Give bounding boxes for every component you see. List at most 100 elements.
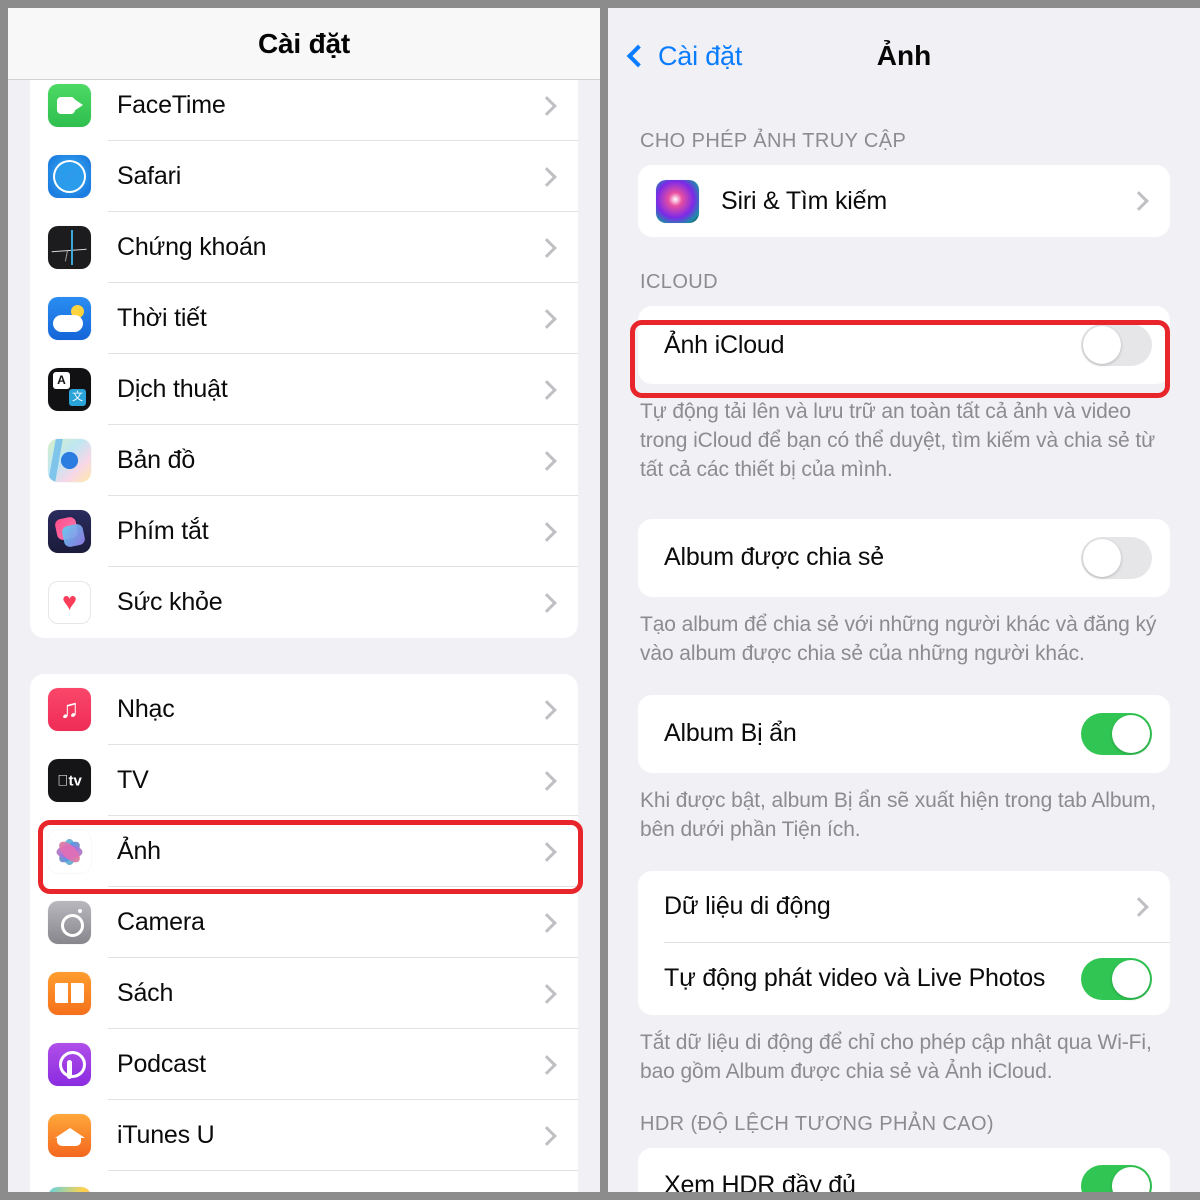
row-label: Album được chia sẻ: [664, 543, 884, 572]
safari-icon: [48, 155, 91, 198]
row-hidden-album[interactable]: Album Bị ẩn: [638, 695, 1170, 773]
chevron-right-icon: [537, 95, 557, 116]
chevron-right-icon: [537, 379, 557, 400]
tv-icon: [48, 759, 91, 802]
sidebar-item-facetime[interactable]: FaceTime: [30, 70, 578, 141]
music-icon: [48, 688, 91, 731]
sidebar-item-photos[interactable]: Ảnh: [30, 816, 578, 887]
section-footer-icloud: Tự động tải lên và lưu trữ an toàn tất c…: [640, 400, 1156, 481]
left-navigation-bar: Cài đặt: [8, 8, 600, 80]
row-shared-albums[interactable]: Album được chia sẻ: [638, 519, 1170, 597]
game-center-icon: [48, 1186, 91, 1192]
section-card-access: Siri & Tìm kiếm: [638, 165, 1170, 237]
list-item-label: Dịch thuật: [117, 375, 228, 403]
toggle-knob: [1083, 538, 1121, 577]
row-label: Tự động phát video và Live Photos: [664, 964, 1046, 993]
sidebar-item-itunes-u[interactable]: iTunes U: [30, 1100, 578, 1171]
row-label: Ảnh iCloud: [664, 330, 785, 359]
toggle-knob: [1112, 959, 1150, 998]
row-label: Siri & Tìm kiếm: [721, 186, 887, 215]
sidebar-item-maps[interactable]: Bản đồ: [30, 425, 578, 496]
photos-settings-screen: Cài đặt Ảnh CHO PHÉP ẢNH TRUY CẬP Siri &…: [608, 8, 1200, 1192]
facetime-icon: [48, 84, 91, 127]
list-item-label: Chứng khoán: [117, 233, 267, 261]
sidebar-item-music[interactable]: Nhạc: [30, 674, 578, 745]
sidebar-item-books[interactable]: Sách: [30, 958, 578, 1029]
list-item-label: FaceTime: [117, 91, 226, 119]
toggle-shared-albums[interactable]: [1081, 536, 1152, 579]
row-view-full-hdr[interactable]: Xem HDR đầy đủ: [638, 1148, 1170, 1192]
list-item-label: Phím tắt: [117, 517, 209, 545]
chevron-right-icon: [537, 1125, 557, 1146]
section-header-access: CHO PHÉP ẢNH TRUY CẬP: [640, 130, 907, 152]
section-card-hidden-album: Album Bị ẩn: [638, 694, 1170, 773]
siri-icon: [656, 179, 699, 223]
section-footer-hidden-album: Khi được bật, album Bị ẩn sẽ xuất hiện t…: [640, 788, 1157, 841]
section-footer-shared-albums: Tạo album để chia sẻ với những người khá…: [640, 612, 1157, 665]
sidebar-item-safari[interactable]: Safari: [30, 141, 578, 212]
toggle-autoplay-video[interactable]: [1081, 957, 1152, 1000]
row-label: Album Bị ẩn: [664, 719, 797, 748]
row-icloud-photos[interactable]: Ảnh iCloud: [638, 306, 1170, 384]
books-icon: [48, 972, 91, 1015]
toggle-icloud-photos[interactable]: [1081, 324, 1152, 366]
chevron-right-icon: [537, 1054, 557, 1075]
list-item-label: Nhạc: [117, 695, 175, 723]
chevron-right-icon: [537, 592, 557, 613]
sidebar-item-weather[interactable]: Thời tiết: [30, 283, 578, 354]
translate-icon: [48, 368, 91, 411]
photos-icon: [48, 830, 91, 873]
back-button[interactable]: Cài đặt: [626, 40, 743, 72]
toggle-knob: [1112, 714, 1150, 753]
toggle-hidden-album[interactable]: [1081, 712, 1152, 755]
apps-group-1: FaceTime Safari Chứng khoán Thời tiết A …: [30, 70, 578, 638]
list-item-label: Bản đồ: [117, 446, 196, 474]
section-footer-mobile-data: Tắt dữ liệu di động để chỉ cho phép cập …: [640, 1030, 1152, 1083]
toggle-view-full-hdr[interactable]: [1081, 1164, 1152, 1192]
chevron-right-icon: [537, 912, 557, 933]
row-mobile-data[interactable]: Dữ liệu di động: [638, 871, 1170, 943]
list-item-label: Sức khỏe: [117, 588, 223, 616]
top-spacer: [608, 104, 1200, 130]
chevron-left-icon: [626, 44, 650, 68]
sidebar-item-tv[interactable]: TV: [30, 745, 578, 816]
settings-scroll-area[interactable]: FaceTime Safari Chứng khoán Thời tiết A …: [8, 8, 600, 1192]
weather-icon: [48, 297, 91, 340]
itunes-u-icon: [48, 1114, 91, 1157]
row-label: Xem HDR đầy đủ: [664, 1171, 856, 1192]
row-autoplay-video[interactable]: Tự động phát video và Live Photos: [638, 943, 1170, 1015]
sidebar-item-translate[interactable]: Dịch thuật: [30, 354, 578, 425]
sidebar-item-partial-next[interactable]: [30, 1171, 578, 1192]
sidebar-item-podcast[interactable]: Podcast: [30, 1029, 578, 1100]
list-item-label: Camera: [117, 908, 205, 936]
podcast-icon: [48, 1043, 91, 1086]
chevron-right-icon: [1129, 896, 1149, 917]
chevron-right-icon: [537, 770, 557, 791]
section-header-icloud: ICLOUD: [640, 271, 718, 293]
toggle-knob: [1112, 1166, 1150, 1192]
row-label: Dữ liệu di động: [664, 892, 831, 921]
row-siri-and-search[interactable]: Siri & Tìm kiếm: [638, 165, 1170, 237]
list-item-label: Safari: [117, 162, 182, 190]
right-navigation-bar: Cài đặt Ảnh: [608, 8, 1200, 104]
chevron-right-icon: [537, 450, 557, 471]
chevron-right-icon: [537, 166, 557, 187]
sidebar-item-health[interactable]: Sức khỏe: [30, 567, 578, 638]
back-button-label: Cài đặt: [658, 40, 743, 71]
chevron-right-icon: [537, 237, 557, 258]
list-item-label: TV: [117, 766, 149, 794]
chevron-right-icon: [1129, 191, 1149, 211]
section-card-icloud: Ảnh iCloud: [638, 306, 1170, 384]
sidebar-item-shortcuts[interactable]: Phím tắt: [30, 496, 578, 567]
list-item-label: iTunes U: [117, 1121, 215, 1149]
chevron-right-icon: [537, 983, 557, 1004]
sidebar-item-camera[interactable]: Camera: [30, 887, 578, 958]
sidebar-item-stocks[interactable]: Chứng khoán: [30, 212, 578, 283]
list-item-label: Thời tiết: [117, 304, 207, 332]
list-item-label: Podcast: [117, 1050, 206, 1078]
apps-group-2: Nhạc TV: [30, 674, 578, 1192]
